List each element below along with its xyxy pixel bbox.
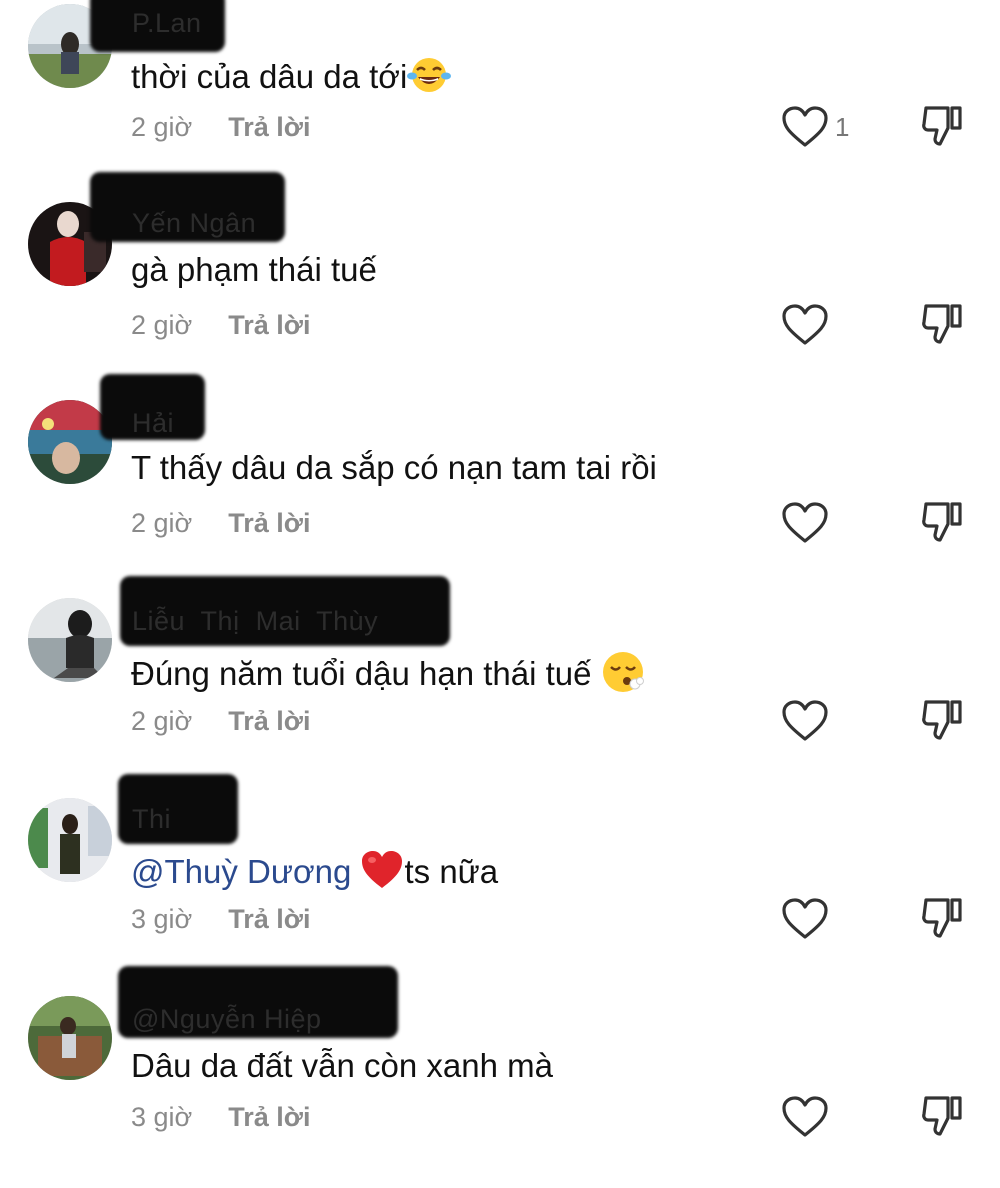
- comment-meta: 3 giờ Trả lời: [131, 1102, 310, 1133]
- comment-body: gà phạm thái tuế: [131, 251, 377, 288]
- red-heart-emoji: [360, 850, 404, 899]
- timestamp: 3 giờ: [131, 1102, 193, 1132]
- comment-body: thời của dâu da tới: [131, 58, 408, 96]
- like-button[interactable]: [780, 699, 830, 743]
- like-button[interactable]: [780, 897, 830, 941]
- dislike-button[interactable]: [918, 102, 966, 150]
- laughing-tears-emoji: [407, 56, 452, 103]
- dislike-button[interactable]: [918, 300, 966, 348]
- avatar[interactable]: [28, 598, 112, 682]
- thumbs-down-outline-icon: [922, 304, 962, 344]
- timestamp: 3 giờ: [131, 904, 193, 934]
- reply-button[interactable]: Trả lời: [228, 508, 310, 538]
- comment-item: Liễu Thị Mai Thùy Đúng năm tuổi dậu hạn …: [0, 576, 1000, 792]
- comment-meta: 2 giờ Trả lời: [131, 112, 310, 143]
- username[interactable]: Hải: [132, 408, 174, 439]
- timestamp: 2 giờ: [131, 706, 193, 736]
- heart-outline-icon: [782, 1096, 828, 1137]
- heart-outline-icon: [782, 898, 828, 939]
- sighing-face-emoji: [601, 650, 645, 703]
- comment-meta: 3 giờ Trả lời: [131, 904, 310, 935]
- thumbs-down-outline-icon: [922, 106, 962, 146]
- reply-button[interactable]: Trả lời: [228, 310, 310, 340]
- heart-outline-icon: [782, 700, 828, 741]
- comment-body: Đúng năm tuổi dậu hạn thái tuế: [131, 655, 592, 693]
- dislike-button[interactable]: [918, 1092, 966, 1140]
- timestamp: 2 giờ: [131, 112, 193, 142]
- timestamp: 2 giờ: [131, 310, 193, 340]
- comment-meta: 2 giờ Trả lời: [131, 310, 310, 341]
- comment-item: @Nguyễn Hiệp Dâu da đất vẫn còn xanh mà …: [0, 966, 1000, 1188]
- comment-body: ts nữa: [404, 853, 499, 891]
- heart-outline-icon: [782, 106, 828, 147]
- comment-meta: 2 giờ Trả lời: [131, 706, 310, 737]
- like-button[interactable]: [780, 1095, 830, 1139]
- like-button[interactable]: [780, 105, 830, 149]
- reply-button[interactable]: Trả lời: [228, 706, 310, 736]
- username[interactable]: Yến Ngân: [132, 208, 256, 239]
- avatar[interactable]: [28, 996, 112, 1080]
- like-button[interactable]: [780, 501, 830, 545]
- dislike-button[interactable]: [918, 696, 966, 744]
- username[interactable]: Liễu Thị Mai Thùy: [132, 606, 378, 637]
- comment-text: Đúng năm tuổi dậu hạn thái tuế: [131, 650, 645, 703]
- like-count: 1: [835, 112, 850, 142]
- thumbs-down-outline-icon: [922, 898, 962, 938]
- avatar[interactable]: [28, 798, 112, 882]
- timestamp: 2 giờ: [131, 508, 193, 538]
- comment-text: gà phạm thái tuế: [131, 250, 377, 290]
- heart-outline-icon: [782, 502, 828, 543]
- heart-outline-icon: [782, 304, 828, 345]
- comment-text: @Thuỳ Dương ts nữa: [131, 850, 498, 899]
- comment-meta: 2 giờ Trả lời: [131, 508, 310, 539]
- comment-item: P.Lan thời của dâu da tới 2 giờ Trả lời 1: [0, 0, 1000, 198]
- comment-text: T thấy dâu da sắp có nạn tam tai rồi: [131, 448, 657, 488]
- mention-link[interactable]: @Thuỳ Dương: [131, 853, 351, 890]
- comment-body: Dâu da đất vẫn còn xanh mà: [131, 1047, 553, 1084]
- dislike-button[interactable]: [918, 498, 966, 546]
- reply-button[interactable]: Trả lời: [228, 904, 310, 934]
- comment-text: Dâu da đất vẫn còn xanh mà: [131, 1046, 553, 1086]
- username[interactable]: P.Lan: [132, 8, 202, 39]
- like-button[interactable]: [780, 303, 830, 347]
- thumbs-down-outline-icon: [922, 502, 962, 542]
- reply-button[interactable]: Trả lời: [228, 1102, 310, 1132]
- thumbs-down-outline-icon: [922, 1096, 962, 1136]
- thumbs-down-outline-icon: [922, 700, 962, 740]
- comment-text: thời của dâu da tới: [131, 56, 452, 103]
- username[interactable]: @Nguyễn Hiệp: [132, 1004, 322, 1035]
- comment-item: Yến Ngân gà phạm thái tuế 2 giờ Trả lời: [0, 172, 1000, 396]
- comment-item: Hải T thấy dâu da sắp có nạn tam tai rồi…: [0, 374, 1000, 594]
- comment-body: T thấy dâu da sắp có nạn tam tai rồi: [131, 449, 657, 486]
- reply-button[interactable]: Trả lời: [228, 112, 310, 142]
- comment-item: Thi @Thuỳ Dương ts nữa 3 giờ Trả lời: [0, 774, 1000, 990]
- username[interactable]: Thi: [132, 804, 171, 835]
- dislike-button[interactable]: [918, 894, 966, 942]
